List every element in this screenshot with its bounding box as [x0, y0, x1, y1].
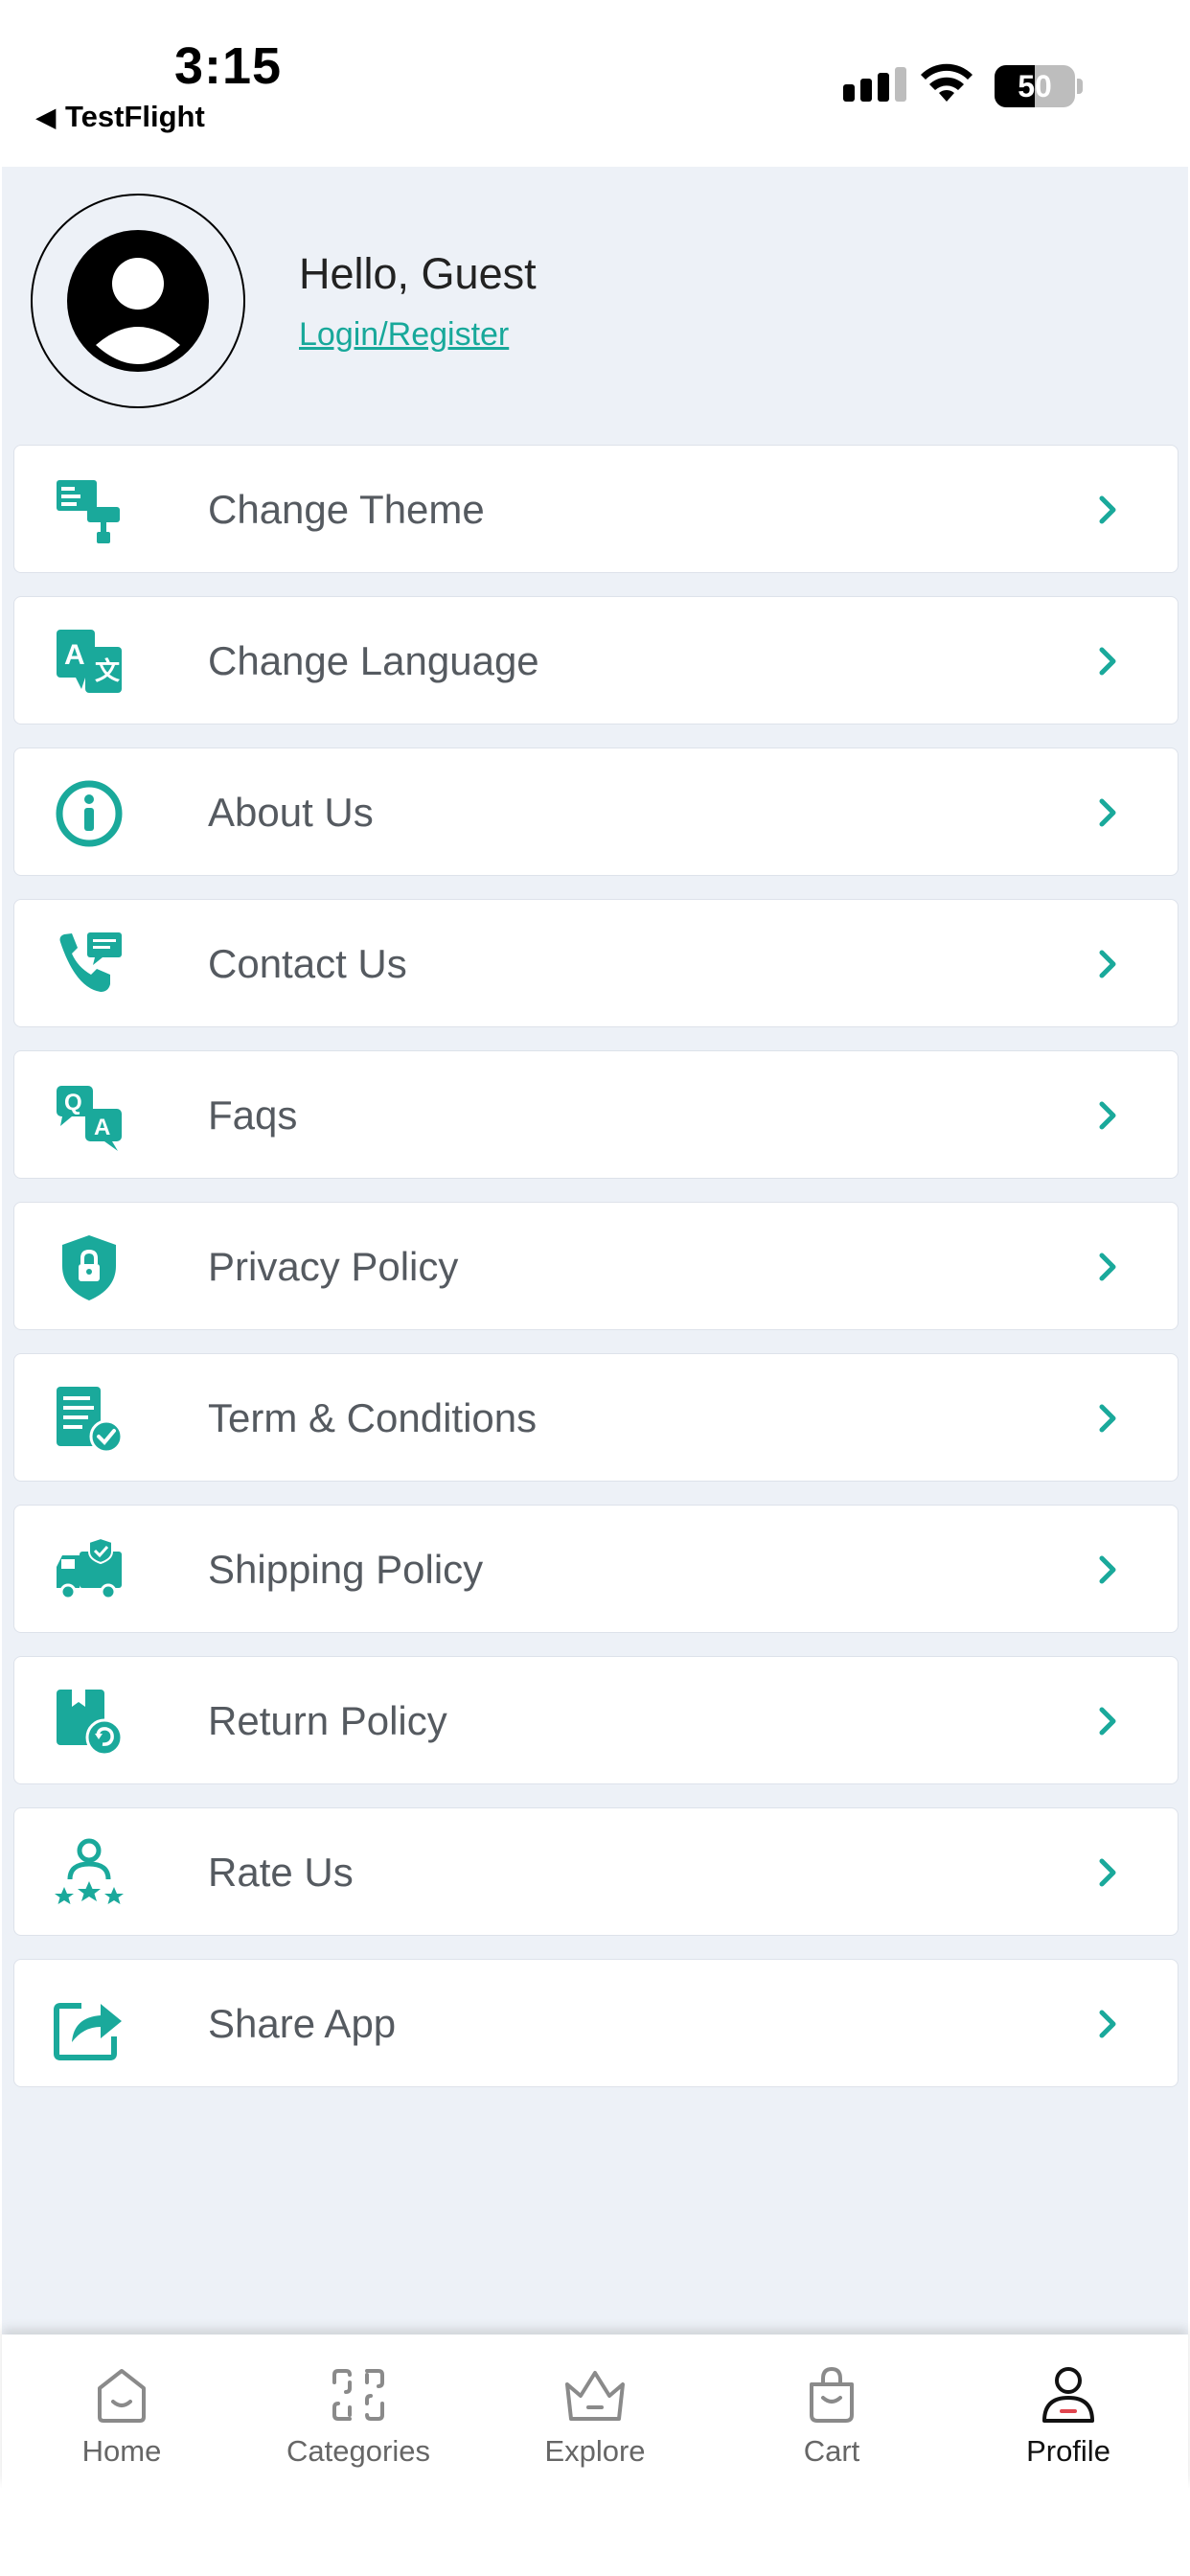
chevron-right-icon [1099, 1101, 1116, 1130]
tab-label: Explore [544, 2434, 646, 2468]
bottom-tab-bar: Home Categories Explore Cart Profile [2, 2334, 1188, 2488]
battery-nub [1077, 79, 1083, 94]
tab-explore[interactable]: Explore [480, 2334, 710, 2488]
tab-cart[interactable]: Cart [717, 2334, 947, 2488]
tab-profile[interactable]: Profile [953, 2334, 1183, 2488]
status-bar: 3:15 ◀ TestFlight 50 [0, 0, 1190, 167]
menu-item-label: Privacy Policy [208, 1244, 459, 1289]
chevron-right-icon [1099, 950, 1116, 978]
chevron-right-icon [1099, 1253, 1116, 1281]
chevron-right-icon [1099, 647, 1116, 676]
back-to-app-button[interactable]: ◀ TestFlight [36, 100, 205, 134]
theme-icon [53, 474, 126, 547]
profile-icon [1042, 2367, 1094, 2423]
return-icon [53, 1686, 126, 1759]
language-icon: A 文 [53, 626, 126, 699]
chevron-right-icon [1099, 798, 1116, 827]
share-icon [53, 1989, 126, 2061]
menu-item-privacy-policy[interactable]: Privacy Policy [13, 1202, 1179, 1330]
crown-icon [565, 2371, 625, 2421]
menu-item-label: Change Language [208, 638, 539, 683]
menu-item-label: Return Policy [208, 1698, 447, 1743]
home-indicator-area [0, 2488, 1190, 2576]
svg-text:Q: Q [64, 1090, 82, 1116]
menu-item-shipping-policy[interactable]: Shipping Policy [13, 1505, 1179, 1633]
chevron-right-icon [1099, 1858, 1116, 1887]
menu-item-change-language[interactable]: A 文 Change Language [13, 596, 1179, 724]
chevron-right-icon [1099, 1404, 1116, 1433]
svg-text:A: A [94, 1115, 110, 1140]
avatar[interactable] [31, 194, 245, 408]
faq-icon: Q A [53, 1080, 126, 1153]
menu-item-rate-us[interactable]: Rate Us [13, 1807, 1179, 1936]
battery-icon: 50 [995, 65, 1075, 107]
menu-item-label: Rate Us [208, 1850, 354, 1895]
svg-text:文: 文 [95, 656, 121, 685]
menu-item-share-app[interactable]: Share App [13, 1959, 1179, 2087]
truck-icon [53, 1534, 126, 1607]
menu-item-label: Contact Us [208, 941, 407, 986]
shield-lock-icon [53, 1231, 126, 1304]
menu-item-label: Shipping Policy [208, 1547, 484, 1592]
menu-item-terms-conditions[interactable]: Term & Conditions [13, 1353, 1179, 1482]
user-avatar-icon [67, 230, 209, 372]
profile-screen: Hello, Guest Login/Register Change Theme [2, 167, 1188, 2334]
menu-item-label: Share App [208, 2001, 397, 2046]
settings-menu: Change Theme A 文 Change Language About U… [13, 445, 1179, 2110]
menu-item-label: Change Theme [208, 487, 485, 532]
chevron-right-icon [1099, 2010, 1116, 2038]
chevron-right-icon [1099, 495, 1116, 524]
tab-label: Categories [286, 2434, 430, 2468]
menu-item-label: Faqs [208, 1092, 298, 1138]
home-icon [98, 2369, 146, 2423]
tab-categories[interactable]: Categories [243, 2334, 473, 2488]
document-check-icon [53, 1383, 126, 1456]
greeting-text: Hello, Guest [299, 249, 537, 298]
battery-level: 50 [1018, 69, 1052, 104]
back-triangle-icon: ◀ [36, 102, 56, 131]
tab-label: Profile [1026, 2434, 1110, 2468]
login-register-link[interactable]: Login/Register [299, 316, 509, 354]
wifi-icon [921, 63, 973, 102]
status-time: 3:15 [174, 37, 283, 95]
svg-text:A: A [64, 639, 85, 671]
categories-icon [332, 2369, 384, 2421]
back-app-label: TestFlight [65, 100, 205, 133]
info-icon [53, 777, 126, 850]
bag-icon [810, 2366, 854, 2423]
menu-item-label: Term & Conditions [208, 1395, 538, 1440]
tab-home[interactable]: Home [7, 2334, 237, 2488]
menu-item-label: About Us [208, 790, 374, 835]
tab-label: Home [81, 2434, 162, 2468]
rate-stars-icon [53, 1837, 126, 1910]
menu-item-return-policy[interactable]: Return Policy [13, 1656, 1179, 1784]
phone-chat-icon [53, 929, 126, 1001]
menu-item-faqs[interactable]: Q A Faqs [13, 1050, 1179, 1179]
menu-item-about-us[interactable]: About Us [13, 748, 1179, 876]
chevron-right-icon [1099, 1555, 1116, 1584]
menu-item-contact-us[interactable]: Contact Us [13, 899, 1179, 1027]
menu-item-change-theme[interactable]: Change Theme [13, 445, 1179, 573]
chevron-right-icon [1099, 1707, 1116, 1736]
tab-label: Cart [803, 2434, 860, 2468]
cellular-signal-icon [843, 67, 906, 102]
